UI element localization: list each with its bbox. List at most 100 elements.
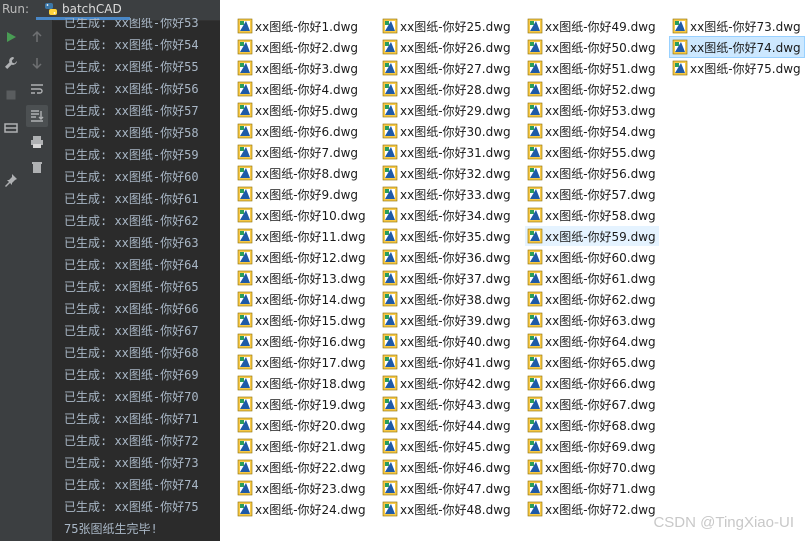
dwg-file-icon: [527, 417, 543, 433]
file-item[interactable]: xx图纸-你好64.dwg: [525, 331, 659, 351]
dwg-file-icon: [237, 354, 253, 370]
down-arrow-icon[interactable]: [28, 54, 46, 72]
file-item[interactable]: xx图纸-你好43.dwg: [380, 394, 514, 414]
dwg-file-icon: [382, 270, 398, 286]
soft-wrap-icon[interactable]: [28, 80, 46, 98]
file-item[interactable]: xx图纸-你好48.dwg: [380, 499, 514, 519]
file-item[interactable]: xx图纸-你好46.dwg: [380, 457, 514, 477]
file-item[interactable]: xx图纸-你好25.dwg: [380, 16, 514, 36]
file-item[interactable]: xx图纸-你好73.dwg: [670, 16, 804, 36]
file-name: xx图纸-你好8.dwg: [255, 166, 359, 181]
file-item[interactable]: xx图纸-你好28.dwg: [380, 79, 514, 99]
file-item[interactable]: xx图纸-你好63.dwg: [525, 310, 659, 330]
file-item[interactable]: xx图纸-你好15.dwg: [235, 310, 369, 330]
file-item[interactable]: xx图纸-你好2.dwg: [235, 37, 361, 57]
file-item[interactable]: xx图纸-你好52.dwg: [525, 79, 659, 99]
file-item[interactable]: xx图纸-你好11.dwg: [235, 226, 369, 246]
file-item[interactable]: xx图纸-你好51.dwg: [525, 58, 659, 78]
file-item[interactable]: xx图纸-你好20.dwg: [235, 415, 369, 435]
trash-icon[interactable]: [28, 158, 46, 176]
file-name: xx图纸-你好47.dwg: [400, 481, 511, 496]
file-item[interactable]: xx图纸-你好69.dwg: [525, 436, 659, 456]
dwg-file-icon: [382, 144, 398, 160]
file-item[interactable]: xx图纸-你好21.dwg: [235, 436, 369, 456]
file-item[interactable]: xx图纸-你好16.dwg: [235, 331, 369, 351]
file-item[interactable]: xx图纸-你好1.dwg: [235, 16, 361, 36]
file-item[interactable]: xx图纸-你好45.dwg: [380, 436, 514, 456]
file-item[interactable]: xx图纸-你好35.dwg: [380, 226, 514, 246]
file-item[interactable]: xx图纸-你好9.dwg: [235, 184, 361, 204]
dwg-file-icon: [527, 291, 543, 307]
file-item[interactable]: xx图纸-你好65.dwg: [525, 352, 659, 372]
file-item[interactable]: xx图纸-你好53.dwg: [525, 100, 659, 120]
file-item[interactable]: xx图纸-你好26.dwg: [380, 37, 514, 57]
file-item[interactable]: xx图纸-你好3.dwg: [235, 58, 361, 78]
up-arrow-icon[interactable]: [28, 28, 46, 46]
file-item[interactable]: xx图纸-你好29.dwg: [380, 100, 514, 120]
file-item[interactable]: xx图纸-你好18.dwg: [235, 373, 369, 393]
file-item[interactable]: xx图纸-你好42.dwg: [380, 373, 514, 393]
file-item[interactable]: xx图纸-你好74.dwg: [669, 36, 805, 58]
file-item[interactable]: xx图纸-你好49.dwg: [525, 16, 659, 36]
file-item[interactable]: xx图纸-你好67.dwg: [525, 394, 659, 414]
layout-icon[interactable]: [2, 119, 20, 137]
file-item[interactable]: xx图纸-你好38.dwg: [380, 289, 514, 309]
file-item[interactable]: xx图纸-你好62.dwg: [525, 289, 659, 309]
file-item[interactable]: xx图纸-你好32.dwg: [380, 163, 514, 183]
file-item[interactable]: xx图纸-你好24.dwg: [235, 499, 369, 519]
file-item[interactable]: xx图纸-你好34.dwg: [380, 205, 514, 225]
file-item[interactable]: xx图纸-你好7.dwg: [235, 142, 361, 162]
print-icon[interactable]: [28, 133, 46, 151]
file-item[interactable]: xx图纸-你好8.dwg: [235, 163, 361, 183]
file-item[interactable]: xx图纸-你好17.dwg: [235, 352, 369, 372]
console-output[interactable]: 已生成: xx图纸-你好53 已生成: xx图纸-你好54 已生成: xx图纸-你好…: [53, 18, 220, 541]
file-item[interactable]: xx图纸-你好5.dwg: [235, 100, 361, 120]
file-item[interactable]: xx图纸-你好56.dwg: [525, 163, 659, 183]
file-item[interactable]: xx图纸-你好47.dwg: [380, 478, 514, 498]
file-name: xx图纸-你好42.dwg: [400, 376, 511, 391]
file-item[interactable]: xx图纸-你好27.dwg: [380, 58, 514, 78]
file-name: xx图纸-你好56.dwg: [545, 166, 656, 181]
console-line: 已生成: xx图纸-你好53: [64, 18, 199, 30]
file-item[interactable]: xx图纸-你好13.dwg: [235, 268, 369, 288]
dwg-file-icon: [382, 165, 398, 181]
file-item[interactable]: xx图纸-你好44.dwg: [380, 415, 514, 435]
file-item[interactable]: xx图纸-你好4.dwg: [235, 79, 361, 99]
file-item[interactable]: xx图纸-你好19.dwg: [235, 394, 369, 414]
stop-icon[interactable]: [2, 86, 20, 104]
file-item[interactable]: xx图纸-你好30.dwg: [380, 121, 514, 141]
file-item[interactable]: xx图纸-你好57.dwg: [525, 184, 659, 204]
file-item[interactable]: xx图纸-你好36.dwg: [380, 247, 514, 267]
file-item[interactable]: xx图纸-你好22.dwg: [235, 457, 369, 477]
file-item[interactable]: xx图纸-你好66.dwg: [525, 373, 659, 393]
dwg-file-icon: [382, 249, 398, 265]
file-item[interactable]: xx图纸-你好58.dwg: [525, 205, 659, 225]
file-item[interactable]: xx图纸-你好71.dwg: [525, 478, 659, 498]
tab-batchcad[interactable]: batchCAD: [36, 0, 130, 20]
file-item[interactable]: xx图纸-你好61.dwg: [525, 268, 659, 288]
file-item[interactable]: xx图纸-你好6.dwg: [235, 121, 361, 141]
file-item[interactable]: xx图纸-你好50.dwg: [525, 37, 659, 57]
file-item[interactable]: xx图纸-你好23.dwg: [235, 478, 369, 498]
file-item[interactable]: xx图纸-你好72.dwg: [525, 499, 659, 519]
run-icon[interactable]: [2, 28, 20, 46]
file-item[interactable]: xx图纸-你好14.dwg: [235, 289, 369, 309]
file-item[interactable]: xx图纸-你好55.dwg: [525, 142, 659, 162]
wrench-icon[interactable]: [2, 54, 20, 72]
file-item[interactable]: xx图纸-你好60.dwg: [525, 247, 659, 267]
file-item[interactable]: xx图纸-你好12.dwg: [235, 247, 369, 267]
file-item[interactable]: xx图纸-你好59.dwg: [525, 226, 659, 246]
file-item[interactable]: xx图纸-你好39.dwg: [380, 310, 514, 330]
file-item[interactable]: xx图纸-你好10.dwg: [235, 205, 369, 225]
file-item[interactable]: xx图纸-你好70.dwg: [525, 457, 659, 477]
file-item[interactable]: xx图纸-你好40.dwg: [380, 331, 514, 351]
file-item[interactable]: xx图纸-你好31.dwg: [380, 142, 514, 162]
file-item[interactable]: xx图纸-你好75.dwg: [670, 58, 804, 78]
file-item[interactable]: xx图纸-你好33.dwg: [380, 184, 514, 204]
file-item[interactable]: xx图纸-你好41.dwg: [380, 352, 514, 372]
file-item[interactable]: xx图纸-你好37.dwg: [380, 268, 514, 288]
scroll-to-end-icon[interactable]: [26, 105, 48, 127]
pin-icon[interactable]: [2, 171, 20, 189]
file-item[interactable]: xx图纸-你好54.dwg: [525, 121, 659, 141]
file-item[interactable]: xx图纸-你好68.dwg: [525, 415, 659, 435]
